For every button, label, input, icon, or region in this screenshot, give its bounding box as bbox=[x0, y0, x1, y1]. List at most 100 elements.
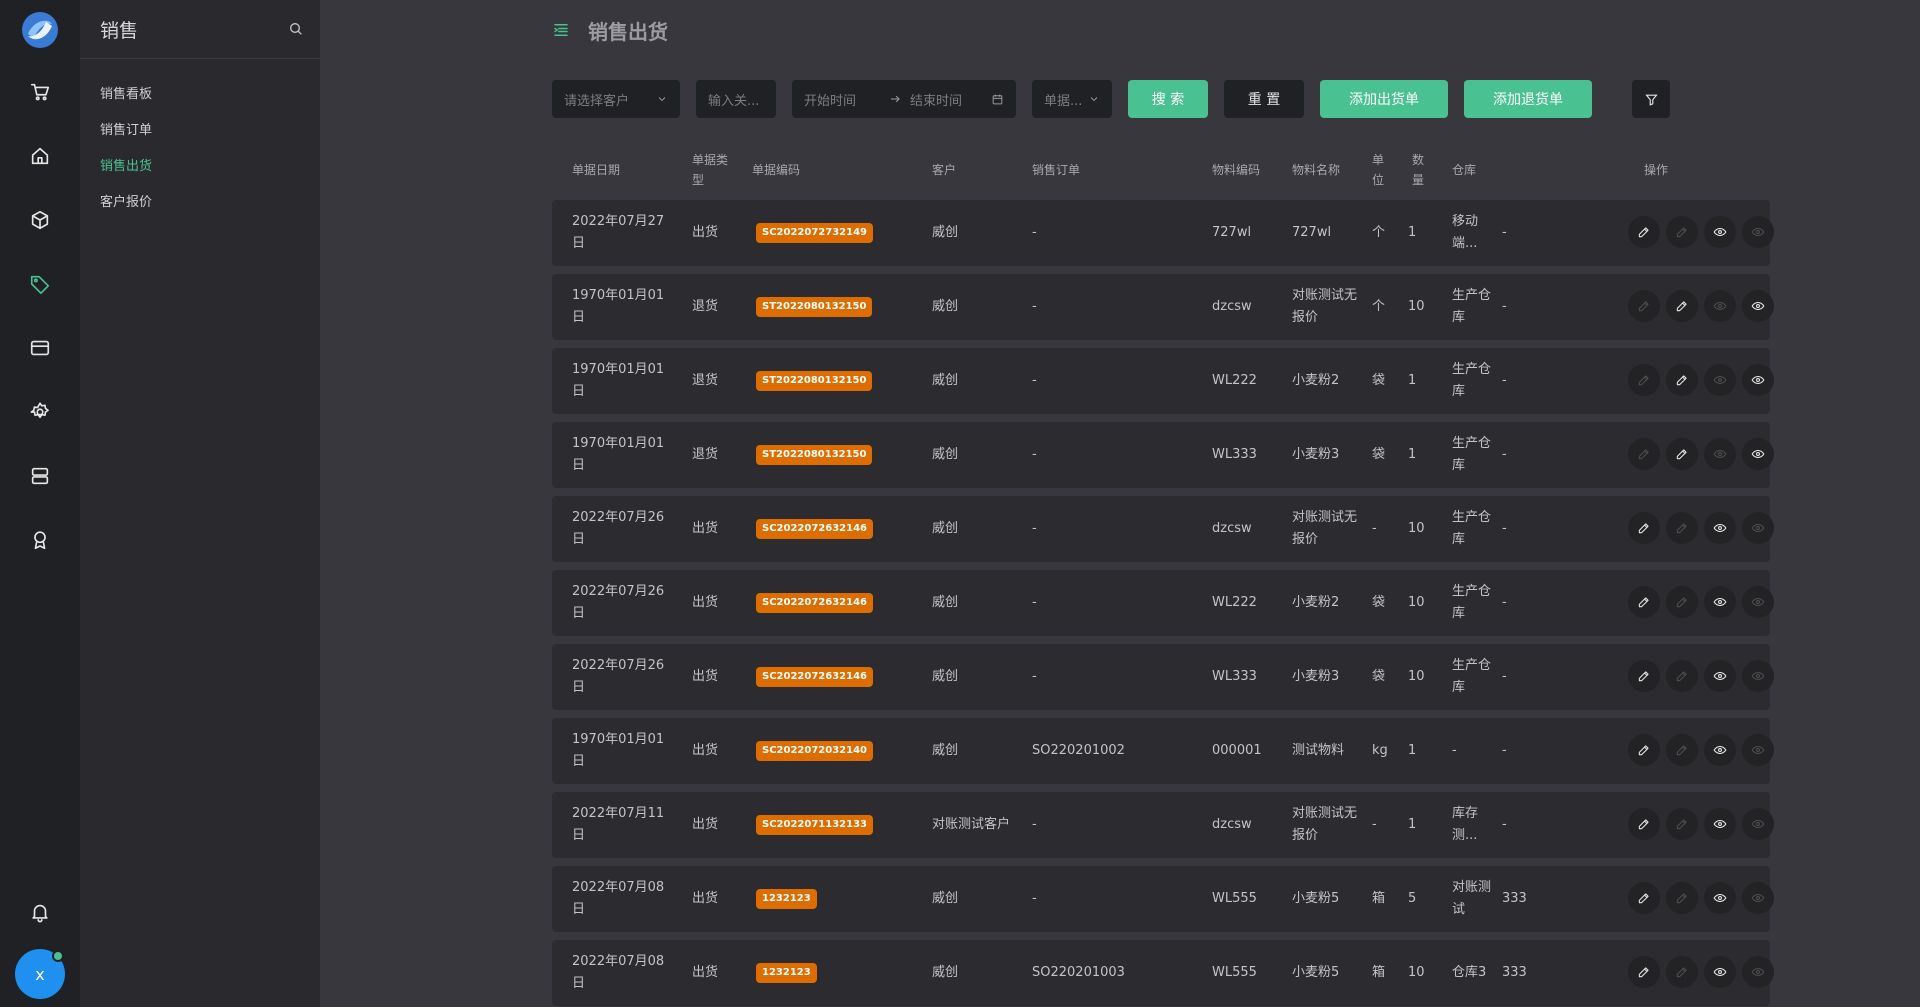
view-button[interactable] bbox=[1704, 438, 1736, 470]
tag-icon[interactable] bbox=[24, 268, 56, 300]
doc-code-badge[interactable]: SC2022072632146 bbox=[756, 519, 873, 539]
view-button[interactable] bbox=[1704, 586, 1736, 618]
customer-select[interactable]: 请选择客户 bbox=[552, 80, 680, 118]
view-return-button[interactable] bbox=[1742, 438, 1774, 470]
bell-icon[interactable] bbox=[24, 896, 56, 928]
add-return-button[interactable]: 添加退货单 bbox=[1464, 80, 1592, 118]
award-icon[interactable] bbox=[24, 524, 56, 556]
cell-unit: 袋 bbox=[1372, 348, 1402, 414]
view-return-button[interactable] bbox=[1742, 956, 1774, 988]
cart-icon[interactable] bbox=[24, 76, 56, 108]
doc-code-badge[interactable]: 1232123 bbox=[756, 963, 817, 983]
edit-return-button[interactable] bbox=[1666, 216, 1698, 248]
date-range-picker[interactable]: 开始时间 结束时间 bbox=[792, 80, 1016, 118]
edit-button[interactable] bbox=[1628, 956, 1660, 988]
cell-code: SC2022072632146 bbox=[756, 496, 906, 562]
doc-type-select[interactable]: 单据... bbox=[1032, 80, 1112, 118]
doc-code-badge[interactable]: ST2022080132150 bbox=[756, 371, 873, 391]
table-row[interactable]: 2022年07月26日 出货 SC2022072632146 威创 - dzcsw 对账测试… bbox=[552, 496, 1774, 562]
cell-text: 333 bbox=[1502, 965, 1527, 980]
view-return-button[interactable] bbox=[1742, 808, 1774, 840]
doc-code-badge[interactable]: SC2022072732149 bbox=[756, 223, 873, 243]
edit-return-button[interactable] bbox=[1666, 660, 1698, 692]
edit-button[interactable] bbox=[1628, 734, 1660, 766]
edit-return-button[interactable] bbox=[1666, 956, 1698, 988]
edit-button[interactable] bbox=[1628, 882, 1660, 914]
view-button[interactable] bbox=[1704, 512, 1736, 544]
view-return-button[interactable] bbox=[1742, 290, 1774, 322]
add-delivery-button[interactable]: 添加出货单 bbox=[1320, 80, 1448, 118]
view-button[interactable] bbox=[1704, 882, 1736, 914]
view-return-button[interactable] bbox=[1742, 660, 1774, 692]
edit-return-button[interactable] bbox=[1666, 364, 1698, 396]
table-row[interactable]: 2022年07月27日 出货 SC2022072732149 威创 - 727wl 727w… bbox=[552, 200, 1774, 266]
table-row[interactable]: 2022年07月08日 出货 1232123 威创 - WL555 小麦粉5 箱 5 对账测试 33… bbox=[552, 866, 1774, 932]
edit-return-button[interactable] bbox=[1666, 290, 1698, 322]
view-button[interactable] bbox=[1704, 216, 1736, 248]
view-button[interactable] bbox=[1704, 290, 1736, 322]
search-icon[interactable] bbox=[288, 21, 304, 37]
view-return-button[interactable] bbox=[1742, 512, 1774, 544]
edit-return-button[interactable] bbox=[1666, 808, 1698, 840]
edit-button[interactable] bbox=[1628, 364, 1660, 396]
edit-return-button[interactable] bbox=[1666, 512, 1698, 544]
view-button[interactable] bbox=[1704, 808, 1736, 840]
cell-qty: 5 bbox=[1408, 866, 1438, 932]
doc-code-badge[interactable]: SC2022072032140 bbox=[756, 741, 873, 761]
menu-fold-icon[interactable] bbox=[552, 21, 570, 39]
view-return-button[interactable] bbox=[1742, 882, 1774, 914]
view-button[interactable] bbox=[1704, 734, 1736, 766]
doc-code-badge[interactable]: 1232123 bbox=[756, 889, 817, 909]
table-row[interactable]: 1970年01月01日 退货 ST2022080132150 威创 - dzcsw 对账测试… bbox=[552, 274, 1774, 340]
edit-return-button[interactable] bbox=[1666, 734, 1698, 766]
cell-text: 生产仓库 bbox=[1452, 362, 1492, 399]
cell-material-code: WL333 bbox=[1212, 644, 1282, 710]
filter-button[interactable] bbox=[1632, 80, 1670, 118]
view-return-button[interactable] bbox=[1742, 364, 1774, 396]
keyword-input[interactable]: 输入关... bbox=[696, 80, 776, 118]
table-row[interactable]: 2022年07月11日 出货 SC2022071132133 对账测试客户 - dzcsw… bbox=[552, 792, 1774, 858]
doc-code-badge[interactable]: SC2022071132133 bbox=[756, 815, 873, 835]
view-button[interactable] bbox=[1704, 660, 1736, 692]
search-button[interactable]: 搜 索 bbox=[1128, 80, 1208, 118]
edit-return-button[interactable] bbox=[1666, 586, 1698, 618]
edit-button[interactable] bbox=[1628, 290, 1660, 322]
view-button[interactable] bbox=[1704, 364, 1736, 396]
edit-button[interactable] bbox=[1628, 438, 1660, 470]
table-row[interactable]: 1970年01月01日 出货 SC2022072032140 威创 SO22020100… bbox=[552, 718, 1774, 784]
sidebar-item-customer-quotes[interactable]: 客户报价 bbox=[80, 185, 320, 221]
doc-code-badge[interactable]: ST2022080132150 bbox=[756, 445, 873, 465]
table-row[interactable]: 2022年07月08日 出货 1232123 威创 SO220201003 WL555 小麦… bbox=[552, 940, 1774, 1006]
home-icon[interactable] bbox=[24, 140, 56, 172]
edit-button[interactable] bbox=[1628, 512, 1660, 544]
header-date: 单据日期 bbox=[572, 163, 621, 177]
app-logo-icon[interactable] bbox=[20, 10, 60, 50]
edit-button[interactable] bbox=[1628, 216, 1660, 248]
gear-icon[interactable] bbox=[24, 396, 56, 428]
doc-code-badge[interactable]: SC2022072632146 bbox=[756, 667, 873, 687]
reset-button[interactable]: 重 置 bbox=[1224, 80, 1304, 118]
table-row[interactable]: 1970年01月01日 退货 ST2022080132150 威创 - WL333 小麦粉3… bbox=[552, 422, 1774, 488]
card-icon[interactable] bbox=[24, 332, 56, 364]
edit-button[interactable] bbox=[1628, 660, 1660, 692]
view-return-button[interactable] bbox=[1742, 586, 1774, 618]
view-return-button[interactable] bbox=[1742, 216, 1774, 248]
doc-code-badge[interactable]: ST2022080132150 bbox=[756, 297, 873, 317]
package-icon[interactable] bbox=[24, 204, 56, 236]
table-row[interactable]: 1970年01月01日 退货 ST2022080132150 威创 - WL222 小麦粉2… bbox=[552, 348, 1774, 414]
table-row[interactable]: 2022年07月26日 出货 SC2022072632146 威创 - WL222 小麦粉2… bbox=[552, 570, 1774, 636]
edit-button[interactable] bbox=[1628, 586, 1660, 618]
edit-icon bbox=[1676, 227, 1687, 238]
table-row[interactable]: 2022年07月26日 出货 SC2022072632146 威创 - WL333 小麦粉3… bbox=[552, 644, 1774, 710]
edit-button[interactable] bbox=[1628, 808, 1660, 840]
edit-return-button[interactable] bbox=[1666, 882, 1698, 914]
edit-return-button[interactable] bbox=[1666, 438, 1698, 470]
sidebar-item-sales-dashboard[interactable]: 销售看板 bbox=[80, 77, 320, 113]
view-button[interactable] bbox=[1704, 956, 1736, 988]
server-icon[interactable] bbox=[24, 460, 56, 492]
view-return-button[interactable] bbox=[1742, 734, 1774, 766]
doc-code-badge[interactable]: SC2022072632146 bbox=[756, 593, 873, 613]
sidebar-item-sales-orders[interactable]: 销售订单 bbox=[80, 113, 320, 149]
end-date-placeholder: 结束时间 bbox=[910, 93, 963, 109]
sidebar-item-sales-delivery[interactable]: 销售出货 bbox=[80, 149, 320, 185]
